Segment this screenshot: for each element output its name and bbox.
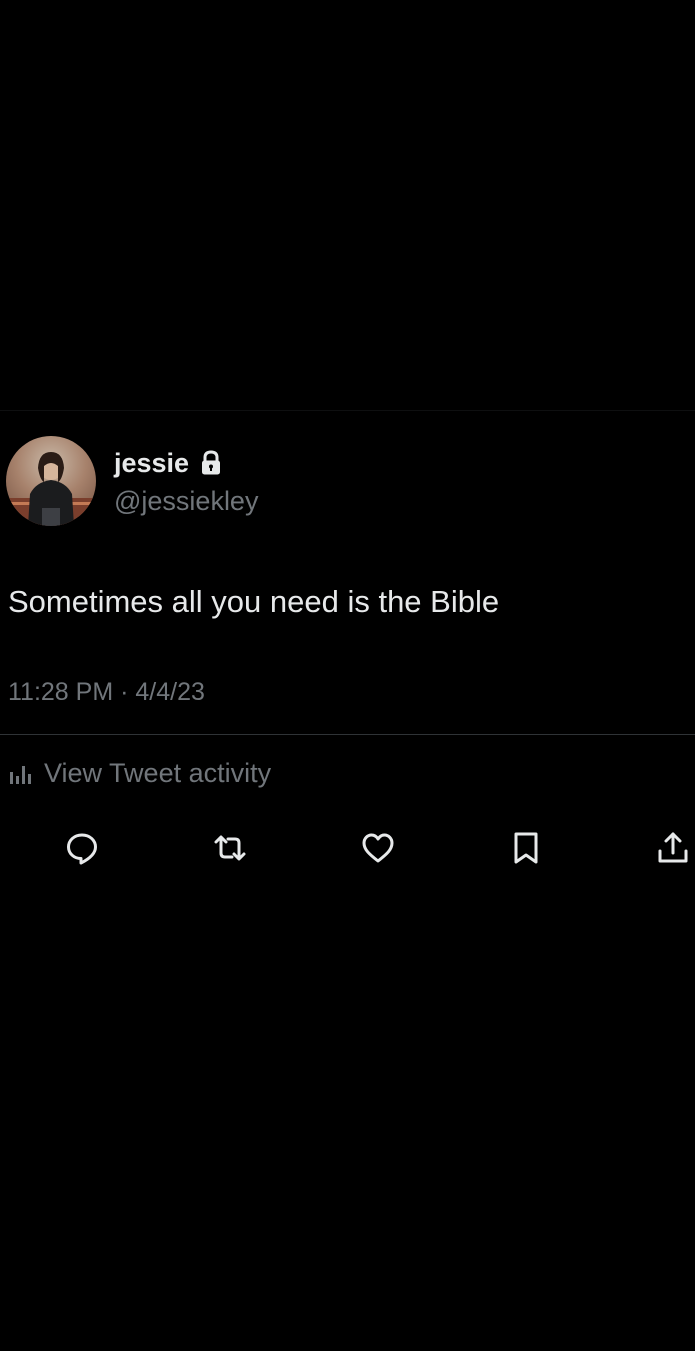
avatar[interactable] xyxy=(6,436,96,526)
bar-chart-icon xyxy=(8,760,34,786)
view-tweet-activity-label: View Tweet activity xyxy=(44,758,272,788)
name-row: jessie xyxy=(114,446,258,480)
display-name[interactable]: jessie xyxy=(114,446,189,480)
divider xyxy=(0,734,695,735)
heart-icon xyxy=(362,833,394,863)
view-tweet-activity-link[interactable]: View Tweet activity xyxy=(8,756,271,790)
retweet-button[interactable] xyxy=(210,828,250,868)
reply-button[interactable] xyxy=(62,828,102,868)
avatar-photo xyxy=(6,452,96,526)
share-icon xyxy=(658,832,688,863)
tweet-author[interactable]: jessie @jessiekley xyxy=(6,436,258,526)
bookmark-button[interactable] xyxy=(506,828,546,868)
handle[interactable]: @jessiekley xyxy=(114,484,258,518)
speech-bubble-icon xyxy=(67,833,97,865)
retweet-icon xyxy=(214,835,246,861)
lock-icon xyxy=(199,450,223,476)
share-button[interactable] xyxy=(653,828,693,868)
tweet-timestamp[interactable]: 11:28 PM · 4/4/23 xyxy=(8,676,205,708)
author-text: jessie @jessiekley xyxy=(114,446,258,518)
tweet-actions xyxy=(0,828,695,868)
top-divider xyxy=(0,410,695,411)
tweet-text: Sometimes all you need is the Bible xyxy=(8,584,500,619)
like-button[interactable] xyxy=(358,828,398,868)
bookmark-icon xyxy=(514,832,538,864)
